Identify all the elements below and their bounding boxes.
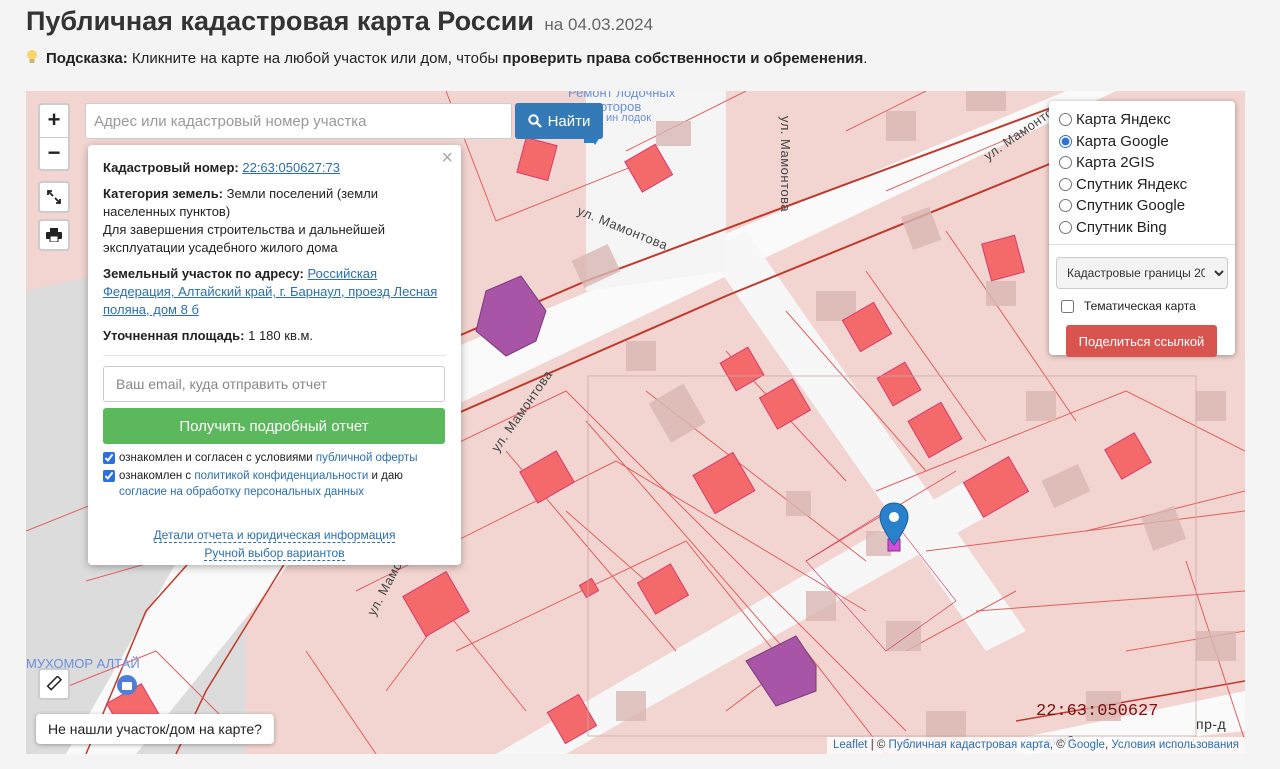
cadastral-number-link[interactable]: 22:63:050627:73: [242, 160, 340, 175]
layer-option-bing-satellite[interactable]: Спутник Bing: [1059, 217, 1225, 239]
layer-radio[interactable]: [1059, 177, 1072, 191]
consent-privacy-label: ознакомлен с: [119, 470, 192, 482]
cadastral-number-label: Кадастровый номер:: [103, 160, 239, 175]
layer-option-google-satellite[interactable]: Спутник Google: [1059, 195, 1225, 217]
search-icon: [527, 114, 542, 128]
hint-end: .: [863, 50, 868, 67]
terms-link[interactable]: Условия использования: [1111, 739, 1239, 751]
layer-radio[interactable]: [1059, 113, 1072, 127]
layer-label: Карта Google: [1076, 132, 1169, 150]
layer-radio[interactable]: [1059, 134, 1072, 148]
address-row: Земельный участок по адресу: Российская …: [103, 265, 446, 319]
expand-icon: [47, 190, 61, 204]
report-details-link[interactable]: Детали отчета и юридическая информация: [153, 528, 396, 543]
area-label: Уточненная площадь:: [103, 328, 245, 343]
email-input[interactable]: [103, 366, 445, 402]
street-label: ул. Мамонтова: [778, 116, 793, 213]
land-category-label: Категория земель:: [103, 186, 224, 201]
thematic-map-checkbox[interactable]: [1061, 299, 1074, 313]
attribution-sep: , ©: [1049, 739, 1068, 751]
layer-option-2gis-map[interactable]: Карта 2GIS: [1059, 152, 1225, 174]
fullscreen-button[interactable]: [38, 181, 70, 213]
layer-label: Карта 2GIS: [1076, 154, 1155, 172]
share-link-button[interactable]: Поделиться ссылкой: [1066, 325, 1217, 357]
google-link[interactable]: Google: [1068, 739, 1105, 751]
area-value: 1 180 кв.м.: [248, 328, 314, 343]
thematic-map-toggle[interactable]: Тематическая карта: [1061, 299, 1225, 313]
attribution-sep: | ©: [867, 739, 889, 751]
layer-option-google-map[interactable]: Карта Google: [1059, 131, 1225, 153]
poi-label: ин лодок: [606, 112, 652, 124]
consent-offer: ознакомлен и согласен с условиями публич…: [103, 450, 446, 466]
personal-data-consent-link[interactable]: согласие на обработку персональных данны…: [119, 486, 364, 498]
zoom-out-button[interactable]: −: [40, 137, 68, 169]
consent-privacy: ознакомлен с политикой конфиденциальност…: [103, 468, 446, 500]
leaflet-link[interactable]: Leaflet: [833, 739, 868, 751]
page-date: на 04.03.2024: [544, 15, 654, 34]
cadastral-borders-select[interactable]: Кадастровые границы 20: [1056, 257, 1228, 289]
consent-offer-label: ознакомлен и согласен с условиями: [119, 452, 313, 464]
find-button-label: Найти: [547, 112, 591, 130]
consent-offer-text: ознакомлен и согласен с условиями публич…: [119, 450, 418, 466]
print-button[interactable]: [38, 219, 70, 251]
thematic-map-label: Тематическая карта: [1084, 299, 1196, 313]
zoom-control: + −: [38, 103, 70, 171]
parcel-info-popup: × Кадастровый номер: 22:63:050627:73 Кат…: [88, 145, 461, 565]
page-header: Публичная кадастровая карта России на 04…: [26, 6, 653, 37]
zoom-in-button[interactable]: +: [40, 105, 68, 137]
printer-icon: [46, 228, 62, 242]
page-title: Публичная кадастровая карта России: [26, 6, 534, 36]
land-category-row: Категория земель: Земли поселений (земли…: [103, 185, 446, 257]
divider: [1049, 244, 1235, 245]
hint-line: Подсказка: Кликните на карте на любой уч…: [26, 49, 867, 67]
layer-option-yandex-map[interactable]: Карта Яндекс: [1059, 109, 1225, 131]
privacy-policy-link[interactable]: политикой конфиденциальности: [194, 470, 368, 482]
area-row: Уточненная площадь: 1 180 кв.м.: [103, 327, 446, 345]
find-button[interactable]: Найти: [515, 103, 603, 139]
layer-radio[interactable]: [1059, 199, 1072, 213]
address-label: Земельный участок по адресу:: [103, 266, 304, 281]
consent-offer-checkbox[interactable]: [103, 452, 115, 464]
close-icon[interactable]: ×: [441, 148, 453, 168]
hint-label: Подсказка:: [46, 50, 128, 67]
public-offer-link[interactable]: публичной оферты: [316, 452, 418, 464]
divider: [103, 355, 446, 356]
consent-privacy-text: ознакомлен с политикой конфиденциальност…: [119, 468, 446, 500]
consent-privacy-checkbox[interactable]: [103, 470, 115, 482]
hint-text: Кликните на карте на любой участок или д…: [131, 50, 499, 67]
layers-panel: Карта Яндекс Карта Google Карта 2GIS Спу…: [1049, 101, 1235, 357]
pkk-link[interactable]: Публичная кадастровая карта: [889, 739, 1050, 751]
layer-label: Спутник Google: [1076, 197, 1186, 215]
cadastral-map[interactable]: ул. Мамонтова ул. Мамонтова ул. Мамонтов…: [26, 91, 1245, 754]
manual-selection-link[interactable]: Ручной выбор вариантов: [204, 546, 345, 561]
map-attribution: Leaflet | © Публичная кадастровая карта,…: [826, 737, 1245, 754]
cadastral-quarter-label: 22:63:050627: [1036, 702, 1159, 721]
cadastral-number-row: Кадастровый номер: 22:63:050627:73: [103, 159, 446, 177]
consent-privacy-mid: и даю: [371, 470, 403, 482]
measure-button[interactable]: [38, 668, 70, 700]
layer-option-yandex-satellite[interactable]: Спутник Яндекс: [1059, 174, 1225, 196]
ruler-icon: [46, 676, 62, 691]
layer-label: Спутник Bing: [1076, 218, 1167, 236]
hint-emphasis: проверить права собственности и обремене…: [502, 50, 864, 67]
layer-radio[interactable]: [1059, 220, 1072, 234]
layer-radio[interactable]: [1059, 156, 1072, 170]
street-label: пр-д: [1196, 716, 1227, 732]
layer-label: Спутник Яндекс: [1076, 175, 1188, 193]
not-found-button[interactable]: Не нашли участок/дом на карте?: [36, 714, 274, 744]
popup-links: Детали отчета и юридическая информация Р…: [103, 526, 446, 562]
layer-label: Карта Яндекс: [1076, 111, 1171, 129]
search-input[interactable]: [85, 103, 512, 139]
get-report-button[interactable]: Получить подробный отчет: [103, 408, 445, 444]
land-purpose: Для завершения строительства и дальнейше…: [103, 222, 386, 255]
lightbulb-icon: [27, 50, 37, 63]
